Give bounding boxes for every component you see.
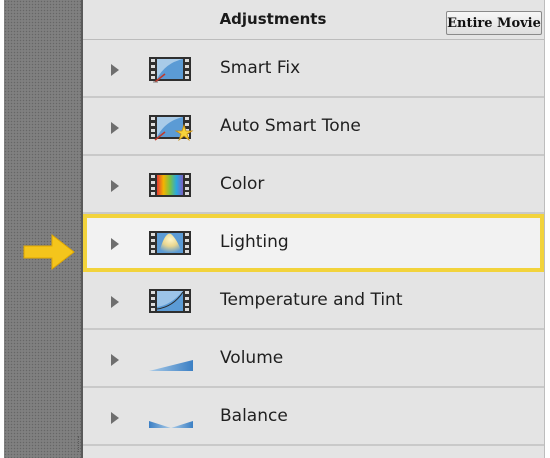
adjustments-window: Adjustments Entire Movie Smart Fix Auto …: [0, 0, 550, 458]
adjustment-label: Auto Smart Tone: [220, 116, 361, 136]
expand-arrow-icon[interactable]: [111, 180, 119, 192]
adjustments-panel: Adjustments Entire Movie Smart Fix Auto …: [83, 0, 545, 458]
panel-header: Adjustments Entire Movie: [83, 0, 544, 40]
adjustment-row-lighting[interactable]: Lighting: [83, 214, 544, 272]
adjustments-list: Smart Fix Auto Smart Tone Color Lighting…: [83, 40, 544, 446]
expand-arrow-icon[interactable]: [111, 354, 119, 366]
adjustment-label: Color: [220, 174, 265, 194]
expand-arrow-icon[interactable]: [111, 64, 119, 76]
adjustment-label: Smart Fix: [220, 58, 301, 78]
side-panel-strip: [4, 0, 83, 458]
panel-title: Adjustments: [219, 10, 327, 28]
right-edge: [544, 0, 550, 458]
adjustment-row-color[interactable]: Color: [83, 156, 544, 214]
volume-ramp-icon: [149, 360, 193, 371]
expand-arrow-icon[interactable]: [111, 238, 119, 250]
entire-movie-button[interactable]: Entire Movie: [446, 11, 542, 35]
temperature-tint-icon: [149, 289, 191, 313]
color-filmstrip-icon: [149, 173, 191, 197]
adjustment-row-temperature-tint[interactable]: Temperature and Tint: [83, 272, 544, 330]
pointer-arrow-icon: [23, 233, 75, 271]
auto-smart-tone-icon: [149, 115, 194, 141]
balance-icon: [149, 421, 193, 428]
adjustment-row-smart-fix[interactable]: Smart Fix: [83, 40, 544, 98]
expand-arrow-icon[interactable]: [111, 122, 119, 134]
expand-arrow-icon[interactable]: [111, 412, 119, 424]
smart-fix-icon: [149, 57, 191, 83]
adjustment-label: Volume: [220, 348, 284, 368]
adjustment-row-balance[interactable]: Balance: [83, 388, 544, 446]
expand-arrow-icon[interactable]: [111, 296, 119, 308]
adjustment-label: Lighting: [220, 232, 289, 252]
adjustment-row-auto-smart-tone[interactable]: Auto Smart Tone: [83, 98, 544, 156]
adjustment-label: Temperature and Tint: [220, 290, 403, 310]
adjustment-row-volume[interactable]: Volume: [83, 330, 544, 388]
lighting-filmstrip-icon: [149, 231, 191, 255]
adjustment-label: Balance: [220, 406, 288, 426]
